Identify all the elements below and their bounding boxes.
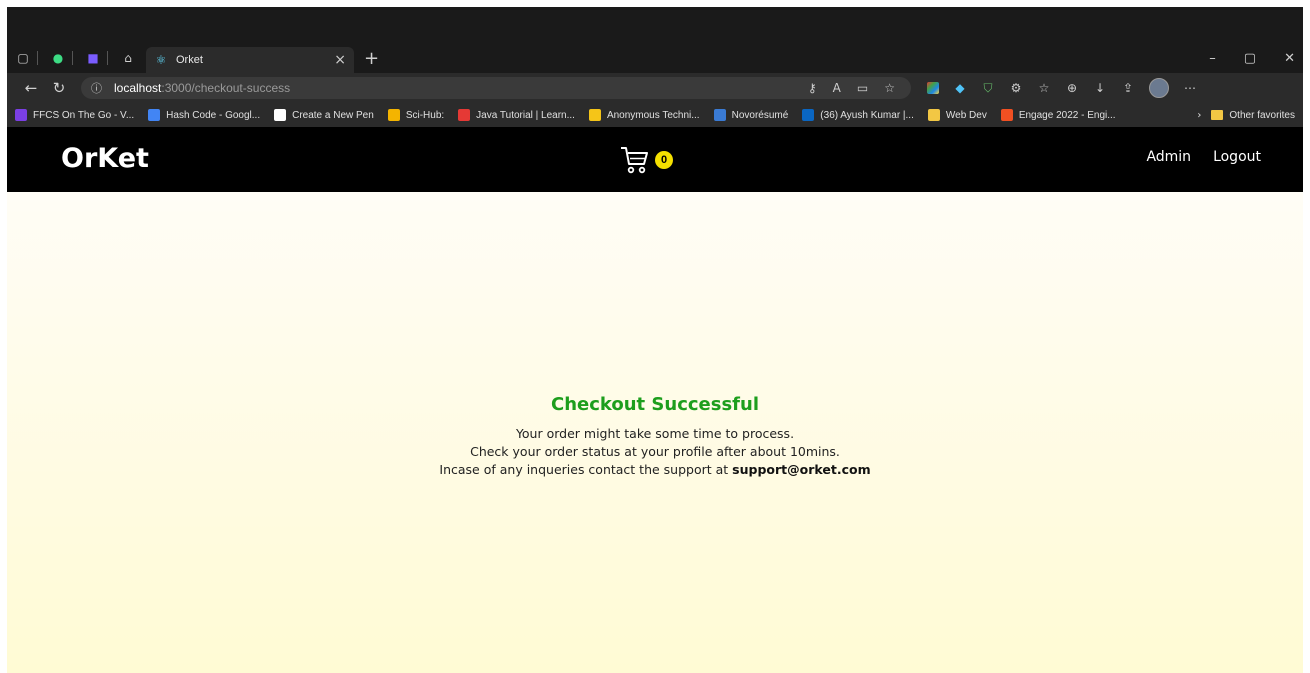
bookmark-favicon-icon	[713, 109, 726, 121]
key-icon[interactable]: ⚷	[808, 81, 817, 95]
info-line-2: Check your order status at your profile …	[470, 444, 840, 459]
bookmark-label: Sci-Hub:	[405, 109, 445, 121]
share-icon[interactable]: ⇪	[1121, 81, 1135, 95]
url-host: localhost	[114, 81, 162, 95]
bookmark-label: Engage 2022 - Engi...	[1018, 109, 1116, 121]
minimize-icon[interactable]: –	[1209, 51, 1216, 66]
favorites-icon[interactable]: ☆	[1037, 81, 1051, 95]
bookmark-label: Novorésumé	[731, 109, 789, 121]
restore-icon[interactable]: ▢	[1244, 51, 1256, 66]
info-icon[interactable]: ⓘ	[91, 80, 102, 96]
pinned-tab-icon[interactable]: ⌂	[118, 48, 138, 68]
title-strip	[7, 7, 1303, 43]
divider	[72, 51, 73, 65]
bookmark-favicon-icon	[927, 109, 940, 121]
bookmark-item[interactable]: Novorésumé	[713, 109, 789, 121]
cart-count-badge: 0	[655, 151, 673, 169]
bookmark-favicon-icon	[802, 109, 815, 121]
bookmark-item[interactable]: FFCS On The Go - V...	[15, 109, 134, 121]
cart-button[interactable]: 0	[619, 145, 679, 175]
tab-actions-icon[interactable]: ▢	[13, 48, 33, 68]
reader-view-icon[interactable]: ▭	[857, 81, 868, 95]
window-controls: – ▢ ✕	[1209, 43, 1295, 73]
toolbar-extensions: ◆ ⛉ ⚙ ☆ ⊕ ↓ ⇪ ⋯	[927, 78, 1197, 98]
tab-title: Orket	[176, 54, 203, 66]
bookmark-item[interactable]: Sci-Hub:	[387, 109, 445, 121]
cart-icon	[621, 147, 648, 174]
address-input[interactable]: ⓘ localhost :3000/checkout-success ⚷ A ▭…	[81, 77, 911, 99]
url-path: :3000/checkout-success	[161, 81, 291, 95]
tab-orket[interactable]: ⚛ Orket ×	[146, 47, 354, 73]
app-viewport: OrKet 0 Admin Logout Checkout Successful…	[7, 127, 1303, 673]
bookmark-item[interactable]: Engage 2022 - Engi...	[1000, 109, 1116, 121]
refresh-icon[interactable]: ↻	[45, 79, 73, 97]
screenshot: ▢ ● ■ ⌂ ⚛ Orket × + – ▢ ✕ ← ↻ ⓘ localhos…	[0, 0, 1310, 673]
bookmark-favicon-icon	[1000, 109, 1013, 121]
react-icon: ⚛	[155, 53, 167, 67]
bookmark-item[interactable]: Anonymous Techni...	[588, 109, 700, 121]
info-line-1: Your order might take some time to proce…	[515, 426, 795, 441]
page-title: Checkout Successful	[550, 394, 759, 415]
shield-icon[interactable]: ⛉	[981, 81, 995, 95]
bookmark-label: Create a New Pen	[292, 109, 374, 121]
tab-bar: ▢ ● ■ ⌂ ⚛ Orket × + – ▢ ✕	[7, 43, 1303, 73]
divider	[37, 51, 38, 65]
support-text: Incase of any inqueries contact the supp…	[439, 462, 733, 477]
address-bar-row: ← ↻ ⓘ localhost :3000/checkout-success ⚷…	[7, 73, 1303, 103]
checkout-success-page: Checkout Successful Your order might tak…	[7, 192, 1303, 673]
bookmark-favicon-icon	[387, 109, 400, 121]
bookmark-favicon-icon	[274, 109, 287, 121]
nav-links: Admin Logout	[1146, 149, 1261, 165]
pinned-tab-icon[interactable]: ●	[48, 48, 68, 68]
extension-icon[interactable]	[927, 82, 939, 94]
browser-window: ▢ ● ■ ⌂ ⚛ Orket × + – ▢ ✕ ← ↻ ⓘ localhos…	[7, 7, 1303, 673]
bookmark-item[interactable]: Create a New Pen	[274, 109, 374, 121]
bookmark-favicon-icon	[15, 109, 27, 121]
back-icon[interactable]: ←	[17, 79, 45, 97]
bookmark-item[interactable]: (36) Ayush Kumar |...	[802, 109, 914, 121]
bookmarks-overflow: › Other favorites	[1197, 103, 1295, 127]
bookmark-label: Web Dev	[945, 109, 987, 121]
bookmark-item[interactable]: Java Tutorial | Learn...	[458, 109, 575, 121]
more-icon[interactable]: ⋯	[1183, 81, 1197, 95]
bookmark-label: Hash Code - Googl...	[166, 109, 261, 121]
bookmark-label: Anonymous Techni...	[606, 109, 700, 121]
logout-link[interactable]: Logout	[1213, 149, 1261, 165]
collections-icon[interactable]: ⊕	[1065, 81, 1079, 95]
close-icon[interactable]: ×	[334, 52, 346, 68]
divider	[107, 51, 108, 65]
bookmark-item[interactable]: Hash Code - Googl...	[148, 109, 260, 121]
admin-link[interactable]: Admin	[1146, 149, 1191, 165]
bookmark-favicon-icon	[458, 109, 471, 121]
read-aloud-icon[interactable]: A	[833, 81, 841, 95]
bookmark-favicon-icon	[148, 109, 161, 121]
info-line-3: Incase of any inqueries contact the supp…	[7, 461, 1303, 479]
pinned-tab-icon[interactable]: ■	[83, 48, 103, 68]
new-tab-icon[interactable]: +	[364, 48, 379, 69]
extension-icon[interactable]: ◆	[953, 81, 967, 95]
site-navbar: OrKet 0 Admin Logout	[7, 127, 1303, 192]
close-window-icon[interactable]: ✕	[1284, 51, 1295, 66]
support-email: support@orket.com	[732, 462, 871, 477]
bookmark-label: (36) Ayush Kumar |...	[820, 109, 914, 121]
download-icon[interactable]: ↓	[1093, 81, 1107, 95]
profile-avatar[interactable]	[1149, 78, 1169, 98]
extensions-icon[interactable]: ⚙	[1009, 81, 1023, 95]
brand-logo[interactable]: OrKet	[61, 143, 149, 174]
bookmark-label: Java Tutorial | Learn...	[476, 109, 575, 121]
success-message: Checkout Successful Your order might tak…	[7, 394, 1303, 479]
other-favorites-link[interactable]: Other favorites	[1229, 110, 1295, 121]
folder-icon	[1211, 110, 1224, 120]
chevron-right-icon[interactable]: ›	[1197, 110, 1201, 121]
bookmark-item[interactable]: Web Dev	[927, 109, 987, 121]
bookmark-label: FFCS On The Go - V...	[33, 109, 135, 121]
bookmark-favicon-icon	[588, 109, 601, 121]
favorite-star-icon[interactable]: ☆	[884, 81, 895, 95]
bookmarks-bar: FFCS On The Go - V... Hash Code - Googl..…	[7, 103, 1303, 127]
